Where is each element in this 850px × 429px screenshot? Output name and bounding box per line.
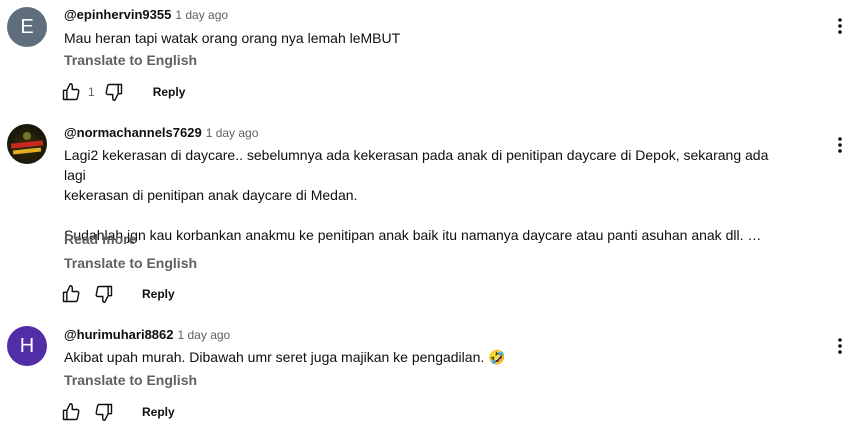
- avatar-image-detail: [23, 132, 31, 140]
- comment-text: Akibat upah murah. Dibawah umr seret jug…: [64, 347, 794, 367]
- avatar-letter: H: [19, 334, 35, 357]
- avatar[interactable]: [7, 124, 47, 164]
- translate-button[interactable]: Translate to English: [64, 52, 197, 68]
- more-vert-icon[interactable]: [831, 335, 849, 357]
- thumbs-down-icon[interactable]: [93, 401, 115, 423]
- author-handle[interactable]: @hurimuhari8862: [64, 327, 174, 342]
- comment-line: Mau heran tapi watak orang orang nya lem…: [64, 30, 401, 46]
- thumbs-down-icon[interactable]: [93, 283, 115, 305]
- comment-3: H @hurimuhari8862 1 day ago Akibat upah m…: [0, 320, 850, 429]
- comment-meta: @normachannels7629 1 day ago: [64, 124, 258, 142]
- thumbs-up-icon[interactable]: [60, 81, 82, 103]
- translate-button[interactable]: Translate to English: [64, 255, 197, 271]
- like-count: 1: [88, 85, 95, 99]
- reply-button[interactable]: Reply: [153, 85, 186, 99]
- translate-button[interactable]: Translate to English: [64, 372, 197, 388]
- comment-line: Lagi2 kekerasan di daycare.. sebelumnya …: [64, 147, 769, 183]
- comment-meta: @epinhervin9355 1 day ago: [64, 6, 228, 24]
- comment-line: Akibat upah murah. Dibawah umr seret jug…: [64, 349, 506, 365]
- comment-line: kekerasan di penitipan anak daycare di M…: [64, 187, 358, 203]
- comment-actions: Reply: [60, 282, 175, 306]
- thumbs-up-icon[interactable]: [60, 401, 82, 423]
- comment-2: @normachannels7629 1 day ago Lagi2 kekera…: [0, 120, 850, 310]
- more-vert-icon[interactable]: [831, 15, 849, 37]
- author-handle[interactable]: @normachannels7629: [64, 125, 202, 140]
- more-vert-icon[interactable]: [831, 134, 849, 156]
- comment-line: Sudahlah jgn kau korbankan anakmu ke pen…: [64, 227, 762, 243]
- avatar[interactable]: E: [7, 7, 47, 47]
- comment-text: Mau heran tapi watak orang orang nya lem…: [64, 28, 794, 48]
- timestamp[interactable]: 1 day ago: [175, 8, 228, 22]
- avatar-image-detail: [12, 147, 42, 155]
- avatar-letter: E: [20, 15, 34, 38]
- reply-button[interactable]: Reply: [142, 287, 175, 301]
- avatar[interactable]: H: [7, 326, 47, 366]
- thumbs-up-icon[interactable]: [60, 283, 82, 305]
- timestamp[interactable]: 1 day ago: [178, 328, 231, 342]
- comment-actions: Reply: [60, 400, 175, 424]
- comment-text: Lagi2 kekerasan di daycare.. sebelumnya …: [64, 145, 794, 245]
- read-more-button[interactable]: Read more: [64, 231, 136, 247]
- reply-button[interactable]: Reply: [142, 405, 175, 419]
- comment-1: E @epinhervin9355 1 day ago Mau heran tap…: [0, 0, 850, 110]
- comment-line: [64, 205, 794, 225]
- comment-meta: @hurimuhari8862 1 day ago: [64, 326, 230, 344]
- author-handle[interactable]: @epinhervin9355: [64, 7, 171, 22]
- comment-actions: 1 Reply: [60, 80, 185, 104]
- thumbs-down-icon[interactable]: [103, 81, 125, 103]
- timestamp[interactable]: 1 day ago: [206, 126, 259, 140]
